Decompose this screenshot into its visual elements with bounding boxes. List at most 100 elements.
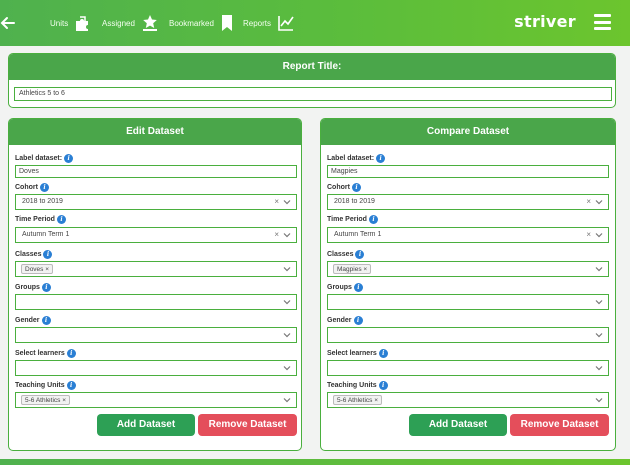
cohort-select[interactable]: 2018 to 2019 × [327,194,609,210]
chevron-down-icon[interactable] [282,197,292,207]
chevron-down-icon[interactable] [282,230,292,240]
groups-select[interactable] [327,294,609,310]
field-label-text: Gender [327,317,352,324]
unit-tag[interactable]: 5-6 Athletics × [21,395,71,405]
add-dataset-button[interactable]: Add Dataset [409,414,507,436]
chevron-down-icon[interactable] [594,230,604,240]
arrow-left-icon[interactable] [0,13,18,33]
cohort-value: 2018 to 2019 [334,198,375,205]
learners-select[interactable] [15,360,297,376]
info-icon[interactable]: i [66,381,76,390]
field-label-text: Gender [15,317,40,324]
learners-select[interactable] [327,360,609,376]
chevron-down-icon[interactable] [282,264,292,274]
nav-item-reports[interactable]: Reports [243,14,295,32]
class-tag[interactable]: Magpies × [333,264,372,274]
nav-item-assigned[interactable]: Assigned [102,14,159,32]
tag-remove-icon[interactable]: × [374,397,378,404]
info-icon[interactable]: i [368,215,378,224]
unit-tag[interactable]: 5-6 Athletics × [333,395,383,405]
nav-item-units[interactable]: Units [50,14,92,32]
classes-select[interactable]: Doves × [15,261,297,277]
time-period-value: Autumn Term 1 [22,231,70,238]
puzzle-icon [76,16,89,31]
groups-label: Groups i [15,283,51,292]
label-dataset-input[interactable]: Magpies [327,165,609,178]
chevron-down-icon[interactable] [594,297,604,307]
teaching-units-select[interactable]: 5-6 Athletics × [327,392,609,408]
field-label-text: Cohort [15,184,38,191]
hamburger-icon[interactable] [594,14,611,30]
groups-select[interactable] [15,294,297,310]
info-icon[interactable]: i [353,283,363,292]
info-icon[interactable]: i [376,154,386,163]
chevron-down-icon[interactable] [282,330,292,340]
select-learners-label: Select learners i [15,349,76,358]
cohort-label: Cohort i [327,183,361,192]
bottom-bar [0,459,630,465]
remove-dataset-button[interactable]: Remove Dataset [198,414,297,436]
teaching-units-select[interactable]: 5-6 Athletics × [15,392,297,408]
chevron-down-icon[interactable] [594,330,604,340]
label-dataset-label: Label dataset: i [327,154,386,163]
chevron-down-icon[interactable] [594,197,604,207]
add-dataset-button[interactable]: Add Dataset [97,414,195,436]
tag-remove-icon[interactable]: × [45,266,49,273]
clear-icon[interactable]: × [586,228,591,242]
select-learners-label: Select learners i [327,349,388,358]
field-label-text: Time Period [15,216,55,223]
label-dataset-label: Label dataset: i [15,154,74,163]
time-period-select[interactable]: Autumn Term 1 × [327,227,609,243]
classes-select[interactable]: Magpies × [327,261,609,277]
info-icon[interactable]: i [355,250,365,259]
info-icon[interactable]: i [353,316,363,325]
clear-icon[interactable]: × [274,228,279,242]
field-label-text: Teaching Units [15,382,65,389]
cohort-value: 2018 to 2019 [22,198,63,205]
time-period-label: Time Period i [15,215,66,224]
chevron-down-icon[interactable] [594,395,604,405]
info-icon[interactable]: i [378,381,388,390]
nav-item-bookmarked[interactable]: Bookmarked [169,14,234,32]
time-period-select[interactable]: Autumn Term 1 × [15,227,297,243]
chevron-down-icon[interactable] [282,363,292,373]
star-hand-icon [142,15,157,31]
edit-dataset-heading: Edit Dataset [9,119,301,145]
info-icon[interactable]: i [64,154,74,163]
info-icon[interactable]: i [43,250,53,259]
report-title-input[interactable]: Athletics 5 to 6 [14,87,612,101]
chevron-down-icon[interactable] [594,264,604,274]
field-label-text: Label dataset: [15,155,63,162]
info-icon[interactable]: i [56,215,66,224]
teaching-units-label: Teaching Units i [15,381,76,390]
field-label-text: Groups [15,284,40,291]
info-icon[interactable]: i [351,183,361,192]
info-icon[interactable]: i [39,183,49,192]
gender-select[interactable] [327,327,609,343]
remove-dataset-button[interactable]: Remove Dataset [510,414,609,436]
gender-label: Gender i [327,316,363,325]
tag-remove-icon[interactable]: × [363,266,367,273]
gender-label: Gender i [15,316,51,325]
clear-icon[interactable]: × [586,195,591,209]
info-icon[interactable]: i [66,349,76,358]
field-label-text: Label dataset: [327,155,375,162]
tag-label: Magpies [337,266,362,273]
tag-remove-icon[interactable]: × [62,397,66,404]
chevron-down-icon[interactable] [594,363,604,373]
class-tag[interactable]: Doves × [21,264,54,274]
time-period-label: Time Period i [327,215,378,224]
chevron-down-icon[interactable] [282,297,292,307]
chevron-down-icon[interactable] [282,395,292,405]
label-dataset-input[interactable]: Doves [15,165,297,178]
field-label-text: Cohort [327,184,350,191]
gender-select[interactable] [15,327,297,343]
nav-label: Units [50,18,69,28]
brand-logo[interactable]: striver [514,12,576,31]
clear-icon[interactable]: × [274,195,279,209]
bookmark-icon [221,15,232,31]
cohort-select[interactable]: 2018 to 2019 × [15,194,297,210]
info-icon[interactable]: i [378,349,388,358]
info-icon[interactable]: i [41,316,51,325]
info-icon[interactable]: i [41,283,51,292]
